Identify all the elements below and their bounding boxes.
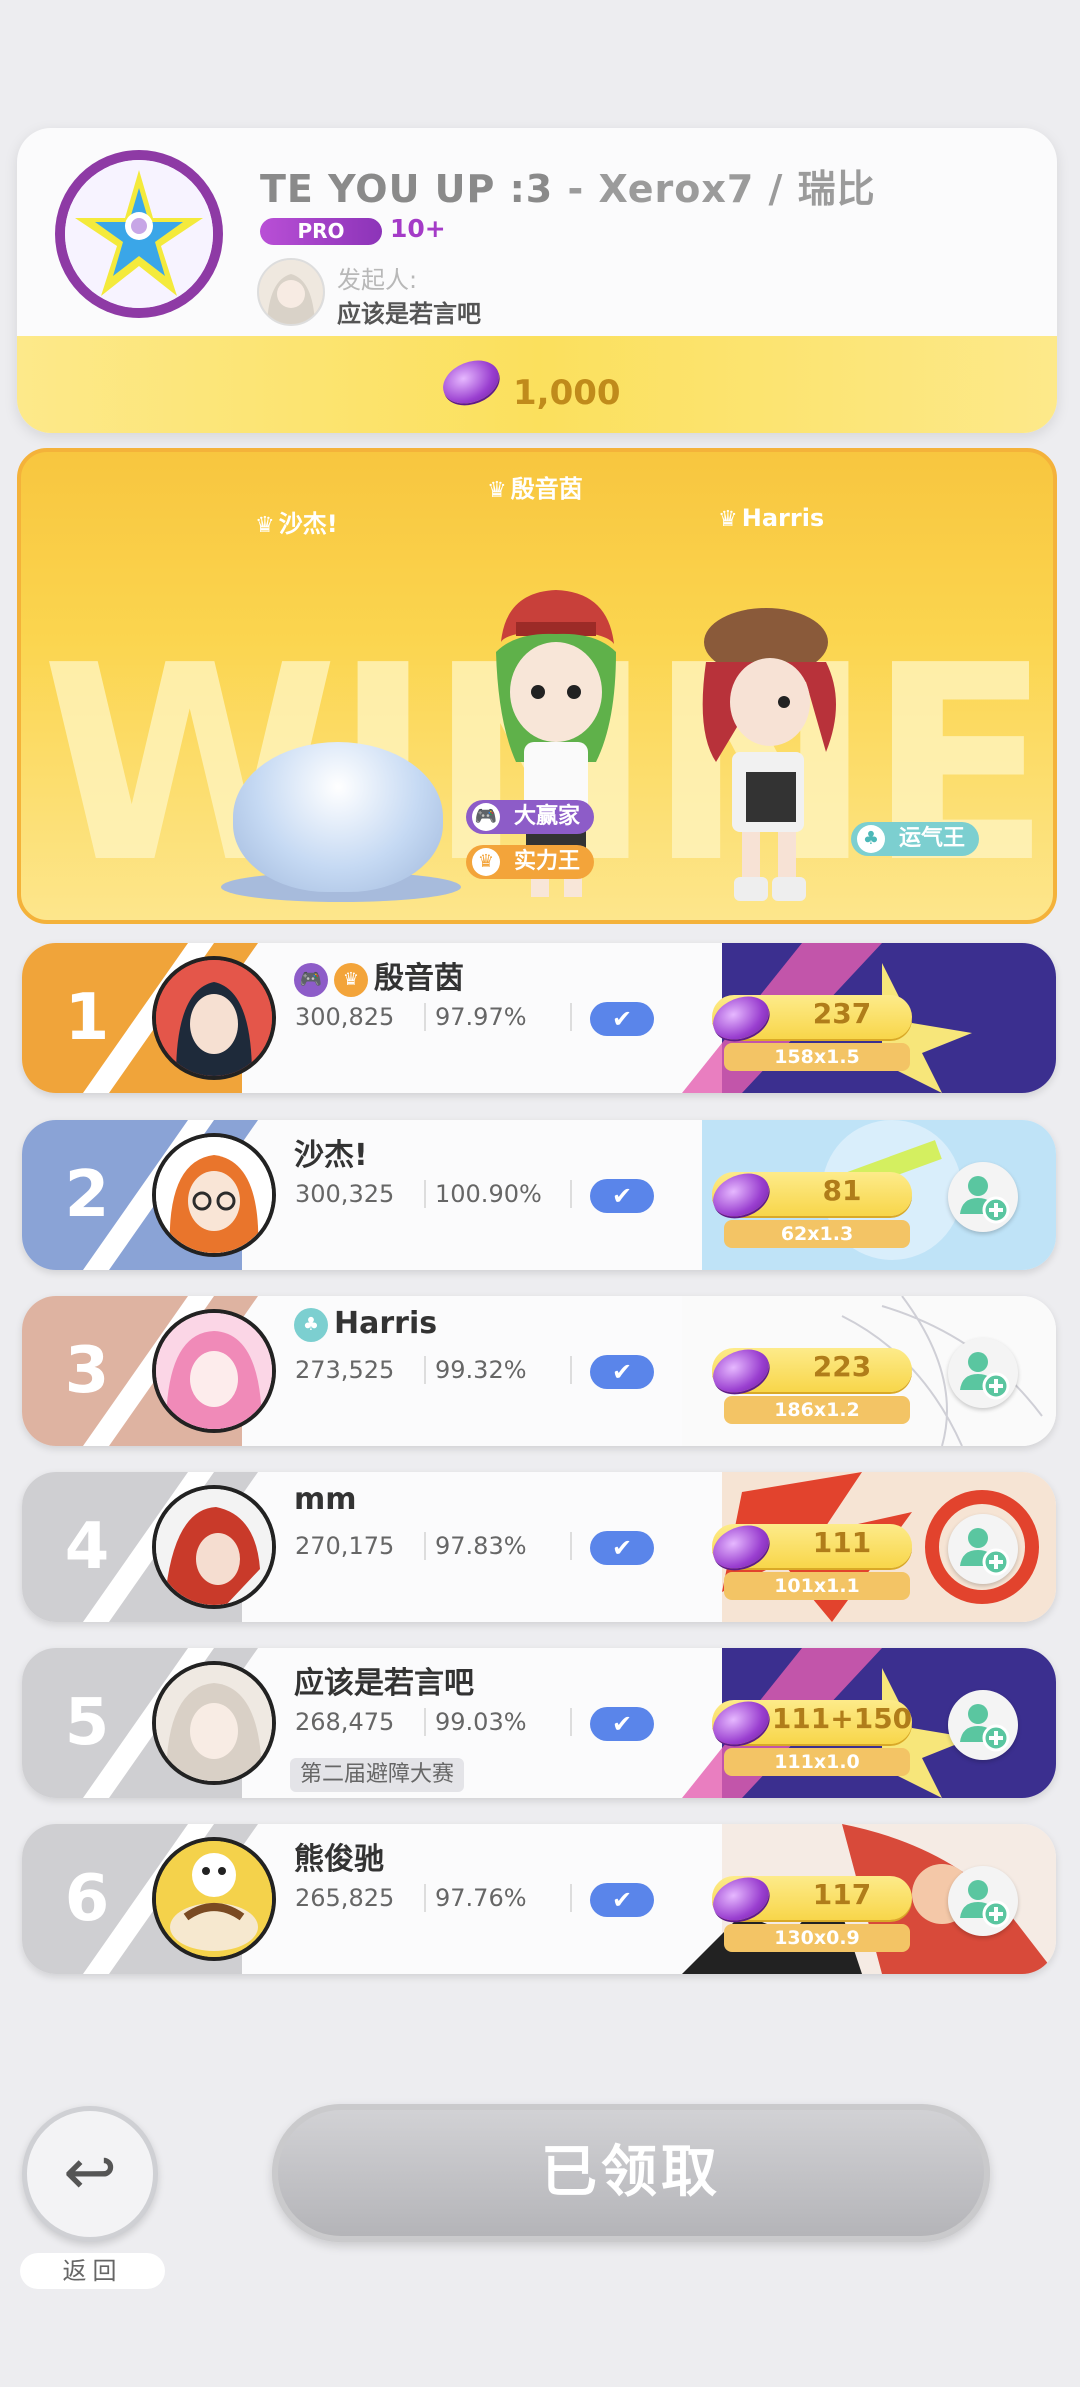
reward-multiplier: 158x1.5: [724, 1043, 910, 1071]
player-accuracy: 97.76%: [435, 1884, 527, 1912]
player-accuracy: 97.83%: [435, 1532, 527, 1560]
rank-number: 4: [64, 1510, 110, 1584]
claimed-button[interactable]: 已领取: [272, 2104, 990, 2242]
rank-number: 3: [64, 1334, 110, 1408]
winner-panel: WINNER ♛沙杰! ♛殷音茵 ♛Harris 🎮大赢家 ♛实力王 ♣运气王: [17, 448, 1057, 924]
rank-row[interactable]: 5 应该是若言吧 268,475 99.03% ✔ 第二届避障大赛 111+15…: [22, 1648, 1056, 1798]
crown-icon: ♛: [487, 478, 507, 503]
add-friend-button[interactable]: [948, 1690, 1018, 1760]
winner-name-left: ♛ 沙杰!: [255, 510, 338, 538]
rank-row[interactable]: 1 🎮 ♛ 殷音茵 300,825 97.97% ✔ 237 158x1.5: [22, 943, 1056, 1093]
rank-row[interactable]: 6 熊俊驰 265,825 97.76% ✔ 117 130x0.9: [22, 1824, 1056, 1974]
host-name: 应该是若言吧: [337, 300, 481, 328]
gamepad-icon: 🎮: [472, 803, 500, 831]
player-name: mm: [294, 1482, 357, 1517]
player-score: 268,475: [295, 1708, 395, 1736]
player-score: 300,325: [295, 1180, 395, 1208]
add-friend-button[interactable]: [948, 1338, 1018, 1408]
reward-amount: 1,000: [513, 373, 621, 413]
check-icon: ✔: [590, 1883, 654, 1917]
crown-icon: ♛: [334, 962, 368, 997]
tag-big-winner: 🎮 大赢家: [466, 800, 595, 834]
crown-icon: ♛: [472, 848, 500, 876]
add-friend-button[interactable]: [948, 1866, 1018, 1936]
player-accuracy: 100.90%: [435, 1180, 542, 1208]
add-friend-icon: [960, 1352, 1010, 1400]
add-friend-button[interactable]: [948, 1162, 1018, 1232]
add-friend-icon: [960, 1528, 1010, 1576]
add-friend-icon: [960, 1704, 1010, 1752]
egg-avatar: [233, 742, 443, 892]
player-name: 沙杰!: [294, 1138, 368, 1173]
reward-value: 223: [812, 1350, 872, 1383]
rank-number: 2: [64, 1158, 110, 1232]
reward-value: 237: [812, 997, 872, 1030]
player-score: 273,525: [295, 1356, 395, 1384]
player-accuracy: 97.97%: [435, 1003, 527, 1031]
check-icon: ✔: [590, 1355, 654, 1389]
winner-name-center: ♛ 殷音茵: [487, 475, 583, 503]
player-avatar[interactable]: [152, 1837, 276, 1961]
song-title: TE YOU UP :3 - Xerox7 / 瑞比: [260, 167, 876, 211]
host-avatar: [257, 258, 325, 326]
level-label: 10+: [390, 214, 446, 243]
reward-multiplier: 62x1.3: [724, 1220, 910, 1248]
player-name: 熊俊驰: [294, 1842, 384, 1877]
gamepad-icon: 🎮: [294, 962, 328, 997]
difficulty-badge: PRO: [260, 218, 382, 245]
reward-value: 111+150: [771, 1702, 913, 1735]
back-label: 返回: [20, 2253, 165, 2289]
check-icon: ✔: [590, 1531, 654, 1565]
rank-row[interactable]: 3 ♣ Harris 273,525 99.32% ✔ 223 186x1.2: [22, 1296, 1056, 1446]
song-info-card: TE YOU UP :3 - Xerox7 / 瑞比 PRO 10+ 发起人: …: [17, 128, 1057, 433]
clover-icon: ♣: [857, 825, 885, 853]
reward-value: 111: [812, 1526, 872, 1559]
song-jacket: [55, 150, 223, 318]
tag-strength-king: ♛ 实力王: [466, 845, 595, 879]
check-icon: ✔: [590, 1707, 654, 1741]
crown-icon: ♛: [255, 513, 275, 538]
player-name: 🎮 ♛ 殷音茵: [294, 953, 464, 997]
host-label: 发起人:: [337, 266, 418, 294]
undo-arrow-icon: ↩: [63, 2136, 117, 2210]
add-friend-icon: [960, 1880, 1010, 1928]
rank-row[interactable]: 4 mm 270,175 97.83% ✔ 111 101x1.1: [22, 1472, 1056, 1622]
reward-multiplier: 111x1.0: [724, 1748, 910, 1776]
player-name: 应该是若言吧: [294, 1666, 474, 1701]
player-accuracy: 99.03%: [435, 1708, 527, 1736]
rank-row[interactable]: 2 沙杰! 300,325 100.90% ✔ 81 62x1.3: [22, 1120, 1056, 1270]
player-avatar[interactable]: [152, 1485, 276, 1609]
reward-value: 117: [812, 1878, 872, 1911]
add-friend-icon: [960, 1176, 1010, 1224]
player-avatar[interactable]: [152, 1133, 276, 1257]
rank-number: 6: [64, 1862, 110, 1936]
check-icon: ✔: [590, 1002, 654, 1036]
reward-value: 81: [822, 1174, 862, 1207]
crown-icon: ♛: [718, 507, 738, 532]
tag-luck-king: ♣ 运气王: [851, 822, 980, 856]
back-button[interactable]: ↩: [22, 2106, 158, 2242]
add-friend-button[interactable]: [948, 1514, 1018, 1584]
player-name: ♣ Harris: [294, 1306, 437, 1342]
player-title-tag: 第二届避障大赛: [290, 1758, 465, 1792]
player-score: 265,825: [295, 1884, 395, 1912]
rank-number: 5: [64, 1686, 110, 1760]
winner-name-right: ♛ Harris: [718, 504, 825, 532]
player-score: 300,825: [295, 1003, 395, 1031]
player-accuracy: 99.32%: [435, 1356, 527, 1384]
player-score: 270,175: [295, 1532, 395, 1560]
reward-multiplier: 101x1.1: [724, 1572, 910, 1600]
reward-multiplier: 130x0.9: [724, 1924, 910, 1952]
player-avatar[interactable]: [152, 1309, 276, 1433]
rank-number: 1: [64, 981, 110, 1055]
character-right: [702, 608, 836, 901]
player-avatar[interactable]: [152, 956, 276, 1080]
reward-multiplier: 186x1.2: [724, 1396, 910, 1424]
player-avatar[interactable]: [152, 1661, 276, 1785]
check-icon: ✔: [590, 1179, 654, 1213]
clover-icon: ♣: [294, 1307, 328, 1342]
